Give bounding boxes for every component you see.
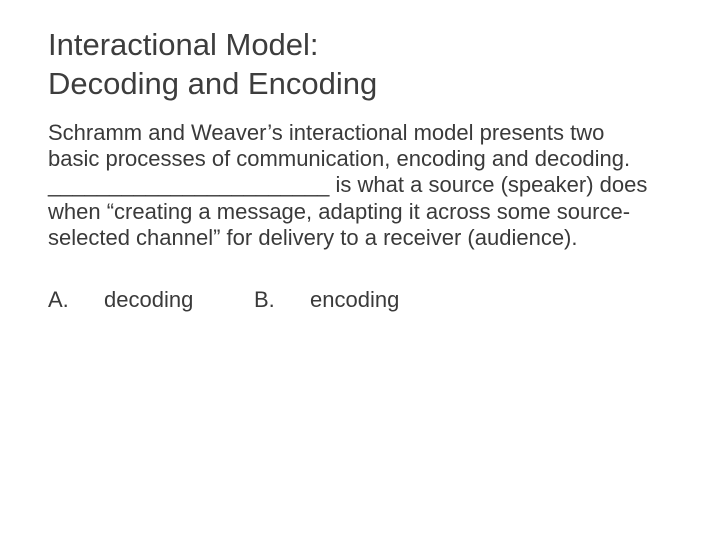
title-line-1: Interactional Model: — [48, 27, 319, 62]
option-b-text: encoding — [310, 287, 460, 313]
title-line-2: Decoding and Encoding — [48, 66, 377, 101]
option-a-letter: A. — [48, 287, 104, 313]
option-b-letter: B. — [254, 287, 310, 313]
slide: Interactional Model: Decoding and Encodi… — [0, 0, 720, 540]
answer-options: A. decoding B. encoding — [48, 287, 672, 313]
slide-title: Interactional Model: Decoding and Encodi… — [48, 26, 672, 104]
body-paragraph: Schramm and Weaver’s interactional model… — [48, 120, 658, 252]
option-a-text: decoding — [104, 287, 254, 313]
